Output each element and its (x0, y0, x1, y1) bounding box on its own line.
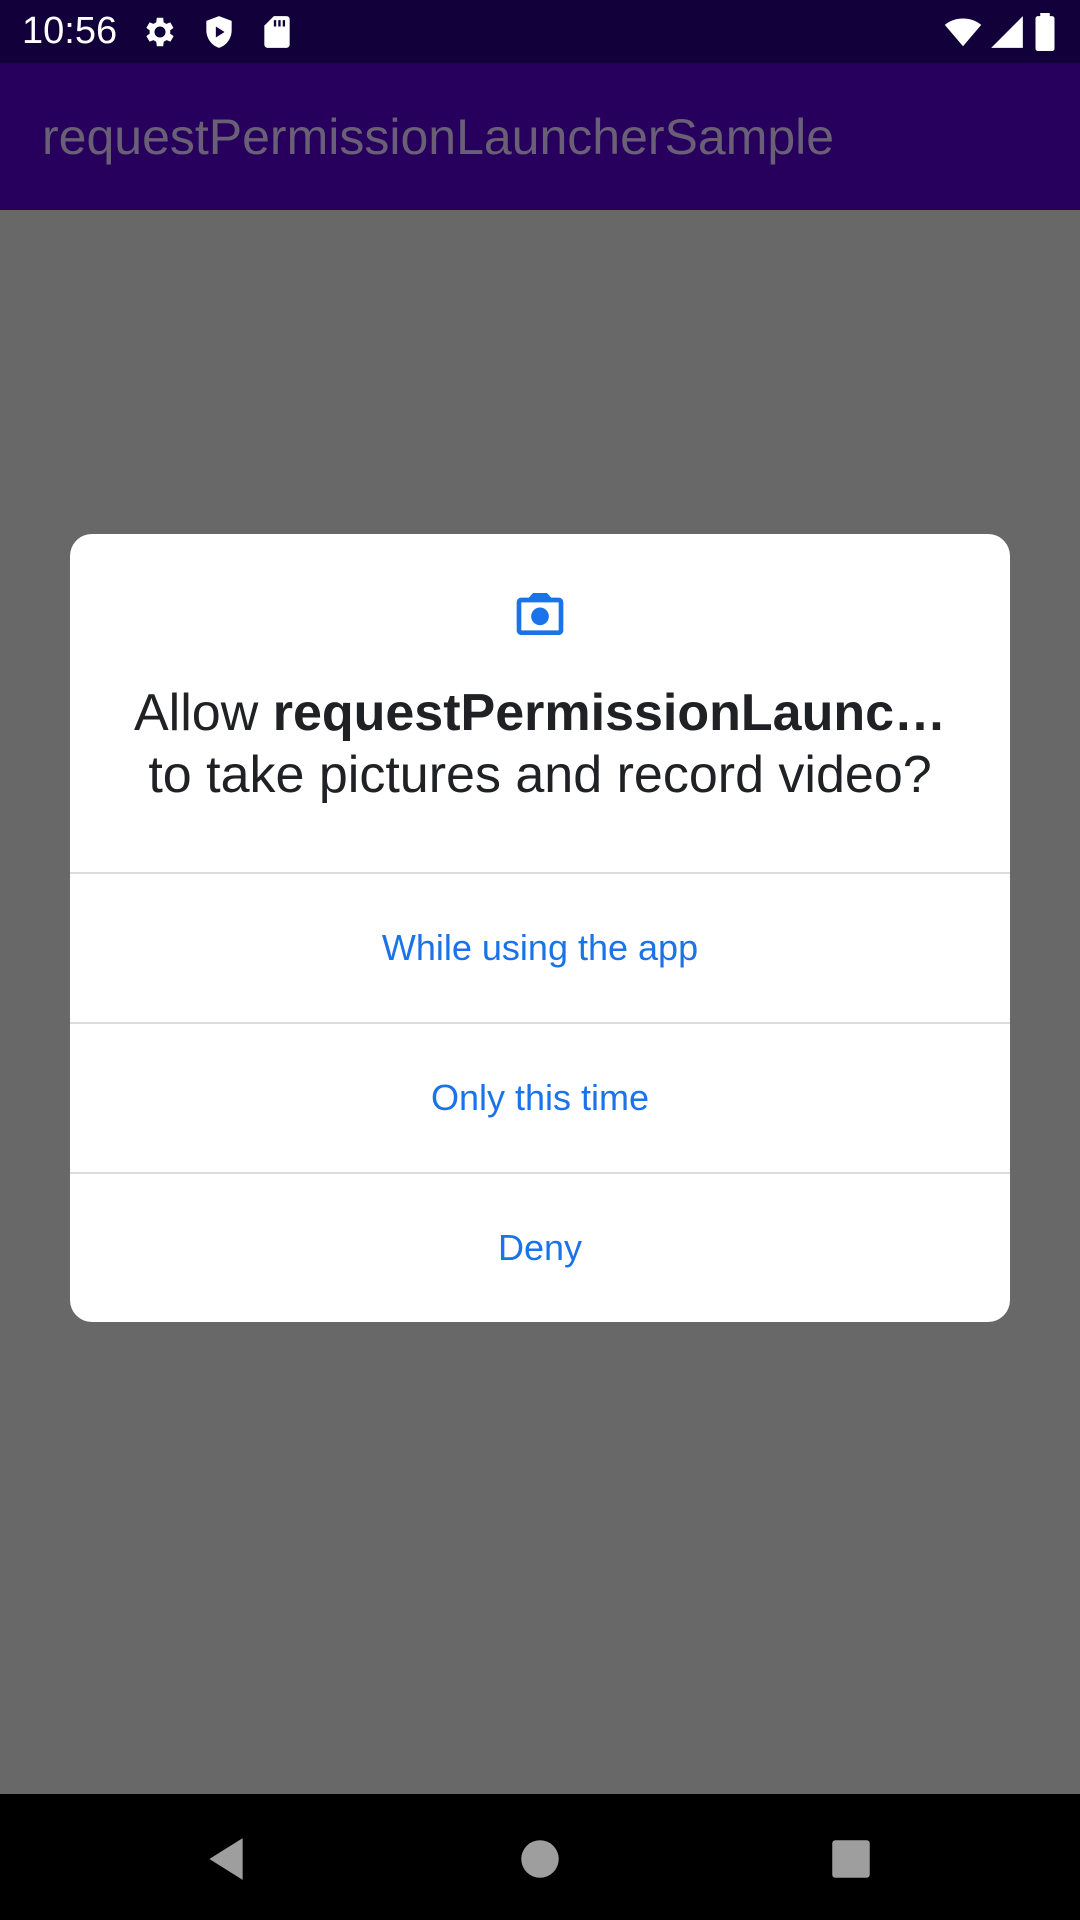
battery-icon (1035, 13, 1055, 51)
shield-icon (206, 16, 232, 48)
status-time: 10:56 (22, 10, 118, 52)
only-this-time-button[interactable]: Only this time (70, 1024, 1010, 1172)
app-bar: requestPermissionLauncherSample (0, 63, 1080, 210)
home-icon[interactable] (515, 1834, 565, 1884)
permission-dialog: Allow requestPermissionLaunc… to take pi… (70, 534, 1010, 1322)
signal-icon (991, 16, 1023, 48)
wifi-icon (944, 18, 982, 47)
app-name: requestPermissionLaunc… (272, 684, 947, 742)
screen: 10:56 requestPermissionLauncherSample Al… (0, 0, 1080, 1920)
dialog-message: Allow requestPermissionLaunc… to take pi… (110, 682, 970, 806)
gear-icon (146, 17, 174, 47)
nav-bar (0, 1794, 1080, 1920)
back-icon[interactable] (201, 1834, 251, 1884)
recents-icon[interactable] (826, 1834, 876, 1884)
sd-card-icon (264, 16, 290, 48)
camera-icon (516, 593, 564, 635)
status-bar: 10:56 (0, 0, 1080, 63)
message-suffix: to take pictures and record video? (148, 746, 932, 804)
app-title: requestPermissionLauncherSample (42, 109, 835, 165)
deny-button[interactable]: Deny (70, 1174, 1010, 1322)
message-prefix: Allow (133, 684, 273, 742)
while-using-app-button[interactable]: While using the app (70, 874, 1010, 1022)
